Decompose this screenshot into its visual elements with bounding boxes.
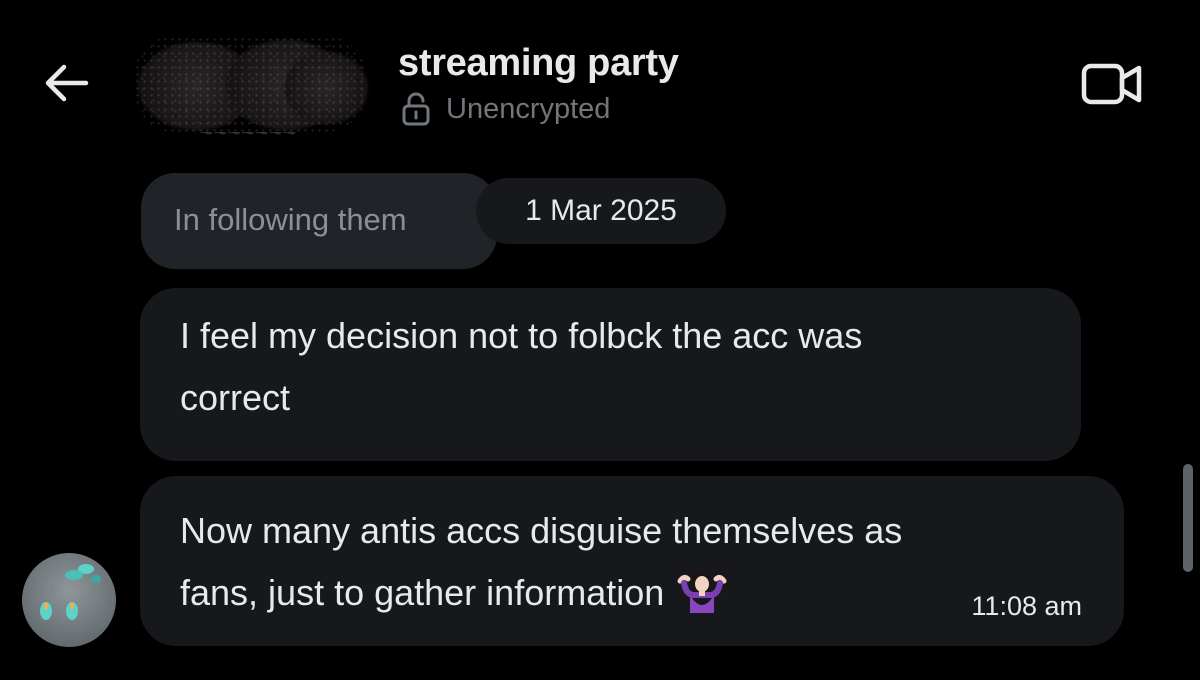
encryption-status-label: Unencrypted	[446, 92, 611, 125]
message-timestamp: 11:08 am	[971, 591, 1082, 621]
message-line: correct	[180, 377, 291, 418]
sender-avatar-image	[40, 564, 101, 620]
message-line: fans, just to gather information	[180, 572, 665, 613]
message-bubble[interactable]: I feel my decision not to folbck the acc…	[140, 288, 1081, 461]
reply-preview[interactable]: In following them	[141, 173, 497, 269]
scrollbar-thumb[interactable]	[1183, 464, 1193, 572]
arrow-left-icon	[45, 64, 89, 102]
back-button[interactable]	[36, 56, 96, 110]
sender-avatar[interactable]	[22, 553, 116, 647]
video-camera-icon	[1081, 63, 1142, 105]
date-separator: 1 Mar 2025	[476, 178, 726, 244]
video-call-button[interactable]	[1080, 60, 1144, 108]
person-shrugging-emoji	[676, 565, 728, 613]
group-avatar[interactable]	[134, 36, 368, 132]
unlocked-padlock-icon	[400, 92, 432, 126]
message-line: Now many antis accs disguise themselves …	[180, 510, 903, 551]
encryption-status: Unencrypted	[400, 92, 610, 126]
avatar-caption-obscured: ~~~~~~~	[200, 132, 297, 145]
message-bubble[interactable]: Now many antis accs disguise themselves …	[140, 476, 1124, 646]
message-line: I feel my decision not to folbck the acc…	[180, 315, 863, 356]
conversation-title[interactable]: streaming party	[398, 42, 679, 85]
